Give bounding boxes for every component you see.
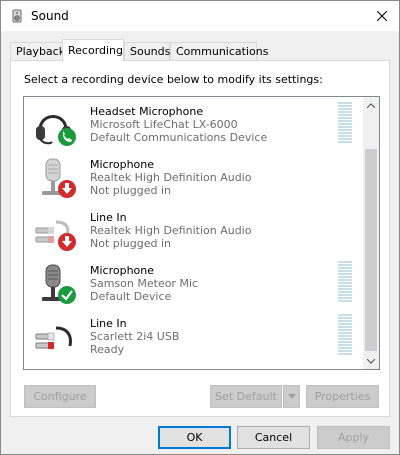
line-in-cable-icon — [35, 220, 76, 251]
recording-tab-page: Select a recording device below to modif… — [10, 60, 390, 417]
device-name: Headset Microphone — [90, 105, 204, 118]
scroll-up-button[interactable] — [363, 97, 379, 113]
set-default-dropdown[interactable] — [283, 385, 300, 408]
scroll-down-button[interactable] — [363, 353, 379, 369]
checkmark-badge-icon — [58, 286, 76, 304]
device-description: Realtek High Definition Audio — [90, 171, 252, 184]
device-list[interactable]: Headset Microphone Microsoft LifeChat LX… — [23, 96, 380, 370]
speaker-icon — [12, 9, 22, 23]
scroll-thumb[interactable] — [365, 149, 377, 351]
tab-communications[interactable]: Communications — [170, 42, 268, 61]
properties-button[interactable]: Properties — [306, 385, 379, 408]
down-arrow-badge-icon — [58, 180, 76, 198]
sound-dialog: Sound Playback Recording Sounds Communic… — [0, 0, 400, 455]
headset-icon — [36, 115, 76, 146]
device-item[interactable]: Microphone Samson Meteor Mic Default Dev… — [24, 256, 364, 309]
device-name: Line In — [90, 317, 127, 330]
tab-recording[interactable]: Recording — [62, 39, 124, 62]
close-icon — [377, 11, 387, 21]
microphone-icon — [42, 158, 76, 198]
set-default-button[interactable]: Set Default — [210, 385, 282, 408]
instruction-text: Select a recording device below to modif… — [24, 73, 323, 86]
device-description: Samson Meteor Mic — [90, 277, 199, 290]
chevron-up-icon — [367, 102, 375, 108]
apply-button[interactable]: Apply — [317, 426, 390, 449]
device-description: Scarlett 2i4 USB — [90, 330, 180, 343]
line-in-cable-icon — [35, 326, 72, 349]
device-status: Default Device — [90, 290, 172, 303]
cancel-button[interactable]: Cancel — [237, 426, 310, 449]
level-meter — [338, 261, 352, 303]
tab-playback[interactable]: Playback — [10, 42, 65, 61]
ok-button[interactable]: OK — [158, 426, 231, 449]
device-status: Not plugged in — [90, 184, 172, 197]
down-arrow-badge-icon — [58, 233, 76, 251]
microphone-icon — [42, 264, 76, 304]
device-item[interactable]: Headset Microphone Microsoft LifeChat LX… — [24, 97, 364, 150]
device-name: Line In — [90, 211, 127, 224]
device-item[interactable]: Line In Realtek High Definition Audio No… — [24, 203, 364, 256]
device-item[interactable]: Line In Scarlett 2i4 USB Ready — [24, 309, 364, 362]
device-status: Ready — [90, 343, 125, 356]
device-status: Default Communications Device — [90, 131, 268, 144]
device-description: Microsoft LifeChat LX-6000 — [90, 118, 238, 131]
level-meter — [338, 102, 352, 144]
configure-button[interactable]: Configure — [24, 385, 96, 408]
device-status: Not plugged in — [90, 237, 172, 250]
vertical-scrollbar[interactable] — [363, 97, 379, 369]
close-button[interactable] — [371, 5, 393, 27]
device-item[interactable]: Microphone Realtek High Definition Audio… — [24, 150, 364, 203]
device-description: Realtek High Definition Audio — [90, 224, 252, 237]
phone-badge-icon — [58, 128, 76, 146]
window-title: Sound — [31, 9, 69, 23]
tab-sounds[interactable]: Sounds — [124, 42, 170, 61]
chevron-down-icon — [287, 394, 296, 399]
device-name: Microphone — [90, 158, 155, 171]
title-bar: Sound — [1, 1, 399, 31]
level-meter — [338, 314, 352, 356]
device-name: Microphone — [90, 264, 155, 277]
chevron-down-icon — [367, 358, 375, 364]
